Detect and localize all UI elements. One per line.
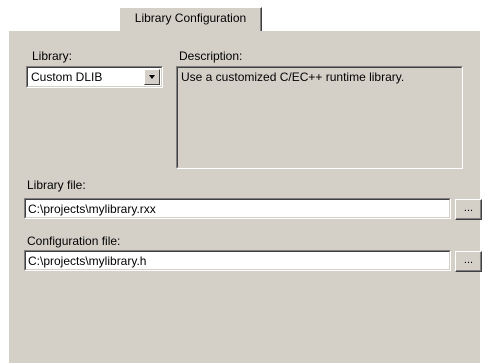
- library-dropdown-value: Custom DLIB: [31, 70, 103, 84]
- chevron-down-icon: [149, 75, 155, 79]
- description-box: Use a customized C/EC++ runtime library.: [176, 66, 463, 169]
- config-file-input[interactable]: C:\projects\mylibrary.h: [24, 250, 451, 271]
- library-label: Library:: [32, 49, 73, 63]
- tab-label: Library Configuration: [134, 11, 247, 25]
- description-label: Description:: [179, 49, 243, 63]
- browse-label: ...: [463, 202, 474, 214]
- dropdown-button[interactable]: [144, 69, 160, 85]
- library-file-value: C:\projects\mylibrary.rxx: [28, 202, 156, 216]
- browse-label: ...: [463, 254, 474, 266]
- config-file-value: C:\projects\mylibrary.h: [28, 254, 147, 268]
- tab-library-configuration[interactable]: Library Configuration: [119, 7, 262, 31]
- config-file-label: Configuration file:: [27, 234, 121, 248]
- description-text: Use a customized C/EC++ runtime library.: [181, 70, 405, 84]
- library-file-label: Library file:: [27, 178, 86, 192]
- config-file-browse-button[interactable]: ...: [455, 251, 482, 272]
- library-file-browse-button[interactable]: ...: [455, 199, 482, 220]
- library-file-input[interactable]: C:\projects\mylibrary.rxx: [24, 198, 451, 219]
- library-dropdown[interactable]: Custom DLIB: [26, 66, 163, 88]
